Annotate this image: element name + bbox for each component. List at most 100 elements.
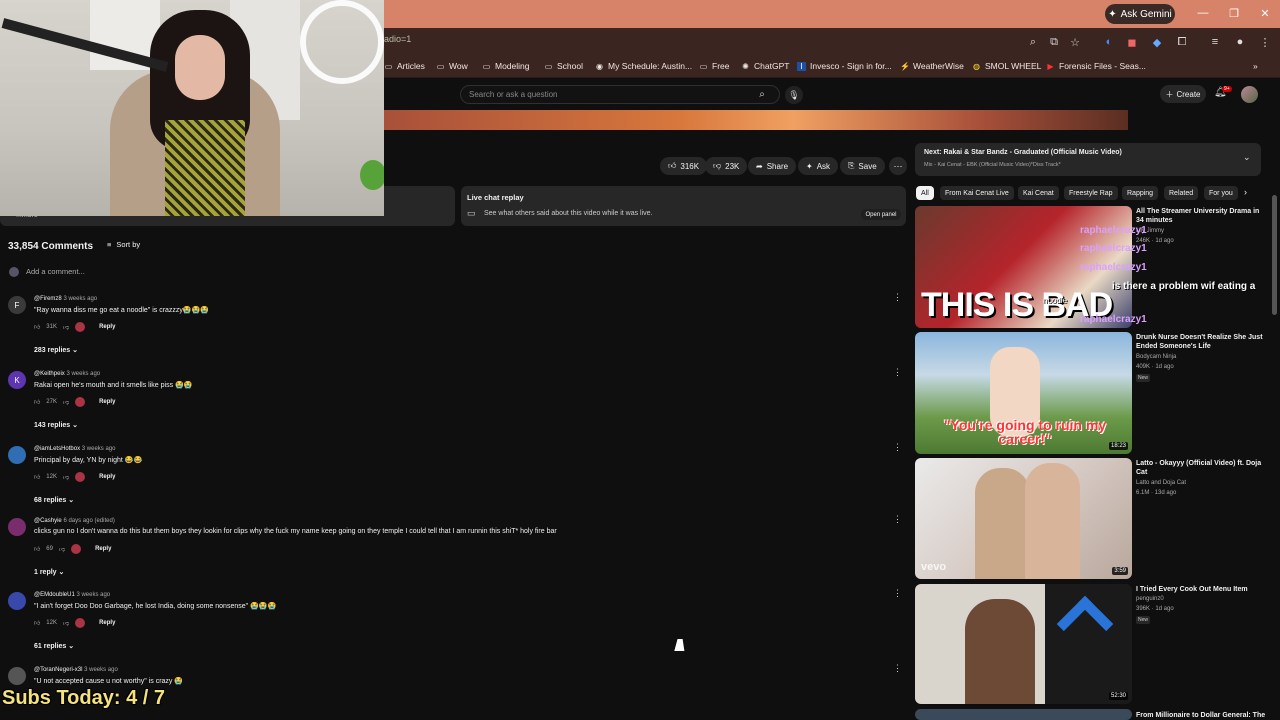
video-thumbnail[interactable]: "You're going to ruin my career!" 18:23: [915, 332, 1132, 454]
comment-menu-icon[interactable]: ⋮: [893, 292, 902, 303]
extension-icon[interactable]: ◆: [1150, 35, 1164, 49]
bookmark-smol-wheel[interactable]: ◍ SMOL WHEEL: [972, 61, 1041, 71]
thumbs-up-icon[interactable]: 👍︎: [34, 473, 40, 481]
close-icon[interactable]: ✕: [1258, 6, 1272, 20]
thumbs-down-icon[interactable]: 👎︎: [63, 398, 69, 406]
thumbs-up-icon[interactable]: 👍︎: [34, 545, 40, 553]
extensions-puzzle-icon[interactable]: ⧠: [1175, 35, 1189, 49]
extension-icon[interactable]: ◼: [1125, 35, 1139, 49]
bookmark-free[interactable]: ▭ Free: [699, 61, 730, 71]
replies-toggle[interactable]: 283 replies ⌄: [34, 346, 78, 354]
ask-gemini-button[interactable]: ✦ Ask Gemini: [1105, 4, 1175, 24]
comment-menu-icon[interactable]: ⋮: [893, 367, 902, 378]
video-thumbnail[interactable]: vevo 3:59: [915, 458, 1132, 579]
thumbs-up-icon[interactable]: 👍︎: [34, 398, 40, 406]
create-button[interactable]: ＋ Create: [1160, 85, 1206, 103]
extension-icon[interactable]: ◐: [1102, 35, 1116, 49]
chip-from-kai-cenat-live[interactable]: From Kai Cenat Live: [940, 186, 1014, 200]
ask-button[interactable]: ✦ Ask: [798, 157, 839, 175]
bookmark-wow[interactable]: ▭ Wow: [436, 61, 468, 71]
reply-button[interactable]: Reply: [99, 399, 115, 405]
channel-name[interactable]: Bodycam Ninja: [1136, 354, 1176, 360]
chip-related[interactable]: Related: [1164, 186, 1199, 200]
comment-author[interactable]: @Keithpeix: [34, 371, 65, 377]
chip-for-you[interactable]: For you: [1204, 186, 1238, 200]
kebab-menu-icon[interactable]: ⋮: [1258, 35, 1272, 49]
comment-author[interactable]: @EMdoubleU1: [34, 592, 75, 598]
video-thumbnail[interactable]: [915, 709, 1132, 720]
avatar[interactable]: [8, 592, 26, 610]
thumbs-down-icon[interactable]: 👎︎: [59, 545, 65, 553]
comment-menu-icon[interactable]: ⋮: [893, 514, 902, 525]
account-avatar[interactable]: [1241, 86, 1258, 103]
profile-icon[interactable]: ●: [1233, 35, 1247, 49]
video-thumbnail[interactable]: 52:30: [915, 584, 1132, 704]
video-title[interactable]: I Tried Every Cook Out Menu Item: [1136, 585, 1266, 594]
thumbs-up-icon[interactable]: 👍︎: [34, 619, 40, 627]
bookmark-my-schedule[interactable]: ◉ My Schedule: Austin...: [595, 61, 692, 71]
comment-author[interactable]: @iamLetsHotbox: [34, 446, 80, 452]
video-player[interactable]: [384, 110, 1128, 130]
comment-menu-icon[interactable]: ⋮: [893, 663, 902, 674]
avatar[interactable]: K: [8, 371, 26, 389]
bookmark-weatherwise[interactable]: ⚡ WeatherWise: [900, 61, 964, 71]
scrollbar-thumb[interactable]: [1272, 195, 1277, 315]
comment-menu-icon[interactable]: ⋮: [893, 442, 902, 453]
chevron-down-icon[interactable]: ⌄: [1243, 152, 1251, 163]
reply-button[interactable]: Reply: [99, 620, 115, 626]
add-comment-input[interactable]: Add a comment...: [26, 267, 85, 276]
comment-author[interactable]: @Cashyie: [34, 518, 62, 524]
channel-name[interactable]: penguinz0: [1136, 596, 1164, 602]
chevron-right-icon[interactable]: ›: [1244, 187, 1247, 197]
minimize-icon[interactable]: —: [1196, 6, 1210, 20]
comment-author[interactable]: @Firemz8: [34, 296, 62, 302]
bookmark-modeling[interactable]: ▭ Modeling: [482, 61, 530, 71]
bookmark-star-icon[interactable]: ☆: [1068, 35, 1082, 49]
more-bookmarks-icon[interactable]: »: [1253, 61, 1258, 71]
chip-rapping[interactable]: Rapping: [1122, 186, 1159, 200]
bookmark-school[interactable]: ▭ School: [544, 61, 583, 71]
replies-toggle[interactable]: 143 replies ⌄: [34, 421, 78, 429]
more-actions-icon[interactable]: ⋯: [889, 157, 907, 175]
screenshot-icon[interactable]: ⧉: [1047, 35, 1061, 49]
share-button[interactable]: ➦ Share: [748, 157, 797, 175]
avatar[interactable]: [8, 446, 26, 464]
comment-menu-icon[interactable]: ⋮: [893, 588, 902, 599]
chip-all[interactable]: All: [916, 186, 934, 200]
restore-icon[interactable]: ❐: [1227, 6, 1241, 20]
video-title[interactable]: From Millionaire to Dollar General: The: [1136, 711, 1266, 720]
reply-button[interactable]: Reply: [99, 474, 115, 480]
reply-button[interactable]: Reply: [95, 546, 111, 552]
replies-toggle[interactable]: 68 replies ⌄: [34, 496, 74, 504]
menu-lines-icon[interactable]: ≡: [1208, 35, 1222, 49]
dislike-button[interactable]: 👎︎ 23K: [705, 157, 748, 175]
save-button[interactable]: ⎘ Save: [840, 157, 885, 175]
avatar[interactable]: F: [8, 296, 26, 314]
video-title[interactable]: Latto - Okayyy (Official Video) ft. Doja…: [1136, 459, 1266, 477]
reply-button[interactable]: Reply: [99, 324, 115, 330]
avatar[interactable]: [8, 667, 26, 685]
thumbs-up-icon[interactable]: 👍︎: [34, 323, 40, 331]
replies-toggle[interactable]: 1 reply ⌄: [34, 568, 64, 576]
zoom-icon[interactable]: ⌕: [1026, 35, 1040, 49]
video-title[interactable]: Drunk Nurse Doesn't Realize She Just End…: [1136, 333, 1266, 351]
chip-freestyle-rap[interactable]: Freestyle Rap: [1064, 186, 1118, 200]
search-input[interactable]: Search or ask a question: [460, 85, 780, 104]
thumbs-down-icon[interactable]: 👎︎: [63, 619, 69, 627]
sort-by-button[interactable]: ≡ Sort by: [107, 240, 140, 249]
thumbs-down-icon[interactable]: 👎︎: [63, 473, 69, 481]
open-panel-button[interactable]: Open panel: [861, 209, 901, 220]
microphone-icon[interactable]: 🎙︎: [785, 86, 803, 104]
thumbs-down-icon[interactable]: 👎︎: [63, 323, 69, 331]
bookmark-invesco[interactable]: I Invesco - Sign in for...: [797, 61, 892, 71]
replies-toggle[interactable]: 61 replies ⌄: [34, 642, 74, 650]
url-field[interactable]: adio=1: [384, 34, 411, 44]
comment-author[interactable]: @ToranNegeri-x3l: [34, 667, 82, 673]
chip-kai-cenat[interactable]: Kai Cenat: [1018, 186, 1059, 200]
search-icon[interactable]: ⌕: [754, 87, 770, 102]
bookmark-forensic-files[interactable]: ▶ Forensic Files - Seas...: [1046, 61, 1146, 71]
up-next-panel[interactable]: [915, 143, 1261, 176]
bookmark-articles[interactable]: ▭ Articles: [384, 61, 425, 71]
bookmark-chatgpt[interactable]: ✺ ChatGPT: [741, 61, 789, 71]
video-title[interactable]: All The Streamer University Drama in 34 …: [1136, 207, 1266, 225]
